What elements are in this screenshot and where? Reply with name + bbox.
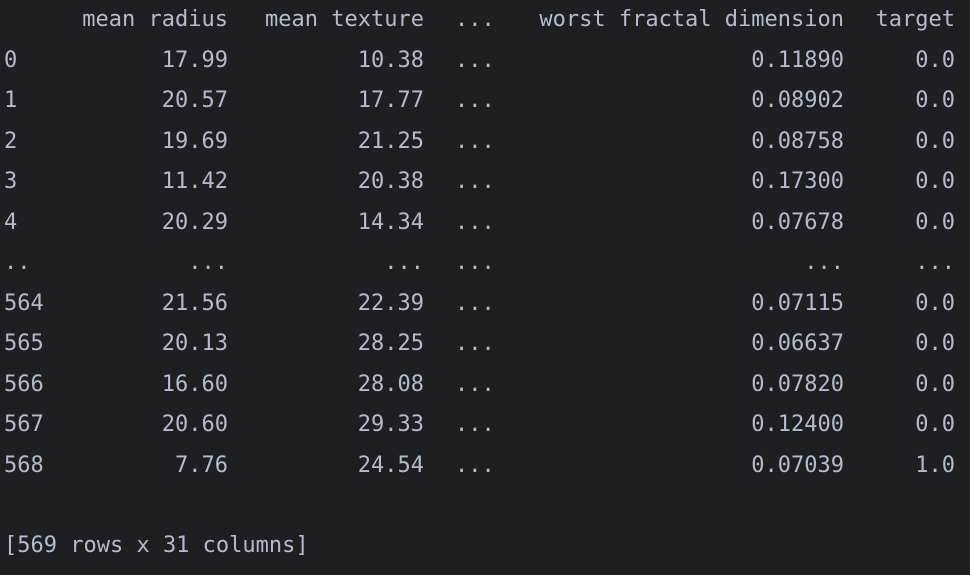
table-header-row: mean radius mean texture ... worst fract… bbox=[0, 0, 970, 41]
cell-mean-radius: 20.29 bbox=[161, 209, 228, 235]
table-row: 566 16.60 28.08... 0.07820 0.0 bbox=[0, 365, 970, 406]
terminal-output: mean radius mean texture ... worst fract… bbox=[0, 0, 970, 575]
cell-mean-radius: 20.60 bbox=[161, 412, 228, 437]
cell-mean-texture: ... bbox=[384, 250, 424, 275]
cell-mean-texture: 29.33 bbox=[357, 412, 424, 437]
table-row: 4 20.29 14.34... 0.07678 0.0 bbox=[0, 203, 970, 244]
cell-index: .. bbox=[4, 250, 31, 275]
cell-ellipsis: ... bbox=[455, 331, 495, 356]
cell-index: 3 bbox=[4, 169, 18, 194]
table-row: 568 7.76 24.54... 0.07039 1.0 bbox=[0, 446, 970, 487]
cell-mean-radius: 19.69 bbox=[161, 128, 228, 154]
cell-mean-texture: 28.08 bbox=[357, 371, 424, 397]
cell-mean-radius: 21.56 bbox=[161, 290, 228, 316]
dataframe-table: mean radius mean texture ... worst fract… bbox=[0, 0, 970, 486]
table-row: 3 11.42 20.38... 0.17300 0.0 bbox=[0, 162, 970, 203]
cell-index: 2 bbox=[4, 128, 18, 154]
cell-mean-texture: 10.38 bbox=[357, 47, 424, 73]
cell-mean-texture: 22.39 bbox=[357, 290, 424, 316]
cell-mean-radius: 20.57 bbox=[161, 88, 228, 113]
cell-target: ... bbox=[915, 250, 955, 275]
cell-worst-fractal-dimension: 0.06637 bbox=[751, 331, 844, 356]
cell-target: 0.0 bbox=[915, 331, 955, 356]
cell-mean-texture: 24.54 bbox=[357, 452, 424, 478]
table-row: 1 20.57 17.77... 0.08902 0.0 bbox=[0, 81, 970, 122]
cell-ellipsis: ... bbox=[455, 452, 495, 478]
cell-target: 0.0 bbox=[915, 290, 955, 316]
header-worst-fractal-dimension: worst fractal dimension bbox=[539, 7, 844, 32]
cell-ellipsis: ... bbox=[455, 88, 495, 113]
cell-index: 1 bbox=[4, 88, 18, 113]
cell-target: 0.0 bbox=[915, 371, 955, 397]
cell-worst-fractal-dimension: 0.07820 bbox=[751, 371, 844, 397]
cell-target: 1.0 bbox=[915, 452, 955, 478]
cell-index: 565 bbox=[4, 331, 44, 356]
dataframe-shape-summary: [569 rows x 31 columns] bbox=[4, 533, 309, 558]
cell-mean-radius: 20.13 bbox=[161, 331, 228, 356]
cell-ellipsis: ... bbox=[455, 371, 495, 397]
cell-mean-radius: 16.60 bbox=[161, 371, 228, 397]
cell-worst-fractal-dimension: 0.17300 bbox=[751, 169, 844, 194]
cell-target: 0.0 bbox=[915, 47, 955, 73]
cell-ellipsis: ... bbox=[455, 412, 495, 437]
cell-worst-fractal-dimension: 0.07115 bbox=[751, 290, 844, 316]
cell-target: 0.0 bbox=[915, 128, 955, 154]
header-mean-texture: mean texture bbox=[265, 7, 424, 32]
cell-target: 0.0 bbox=[915, 88, 955, 113]
table-body: 0 17.99 10.38... 0.11890 0.0 1 20.57 17.77... 0.… bbox=[0, 41, 970, 487]
cell-target: 0.0 bbox=[915, 169, 955, 194]
cell-worst-fractal-dimension: 0.12400 bbox=[751, 412, 844, 437]
cell-mean-radius: 7.76 bbox=[175, 452, 228, 478]
cell-ellipsis: ... bbox=[455, 169, 495, 194]
cell-mean-radius: 11.42 bbox=[161, 169, 228, 194]
cell-mean-texture: 14.34 bbox=[357, 209, 424, 235]
cell-mean-texture: 17.77 bbox=[357, 88, 424, 113]
cell-mean-texture: 20.38 bbox=[357, 169, 424, 194]
header-target: target bbox=[875, 7, 955, 32]
cell-ellipsis: ... bbox=[455, 128, 495, 154]
table-row: 564 21.56 22.39... 0.07115 0.0 bbox=[0, 284, 970, 325]
table-row: ................. bbox=[0, 243, 970, 284]
cell-worst-fractal-dimension: 0.08902 bbox=[751, 88, 844, 113]
table-row: 0 17.99 10.38... 0.11890 0.0 bbox=[0, 41, 970, 82]
cell-target: 0.0 bbox=[915, 209, 955, 235]
table-row: 565 20.13 28.25... 0.06637 0.0 bbox=[0, 324, 970, 365]
header-mean-radius: mean radius bbox=[82, 7, 228, 32]
cell-index: 0 bbox=[4, 47, 18, 73]
cell-index: 568 bbox=[4, 452, 44, 478]
cell-ellipsis: ... bbox=[455, 47, 495, 73]
cell-index: 4 bbox=[4, 209, 18, 235]
cell-worst-fractal-dimension: 0.07039 bbox=[751, 452, 844, 478]
cell-index: 566 bbox=[4, 371, 44, 397]
cell-target: 0.0 bbox=[915, 412, 955, 437]
header-ellipsis: ... bbox=[455, 7, 495, 32]
cell-ellipsis: ... bbox=[455, 250, 495, 275]
cell-worst-fractal-dimension: ... bbox=[804, 250, 844, 275]
cell-mean-texture: 28.25 bbox=[357, 331, 424, 356]
cell-mean-radius: 17.99 bbox=[161, 47, 228, 73]
cell-worst-fractal-dimension: 0.08758 bbox=[751, 128, 844, 154]
cell-index: 567 bbox=[4, 412, 44, 437]
table-row: 2 19.69 21.25... 0.08758 0.0 bbox=[0, 122, 970, 163]
cell-mean-radius: ... bbox=[188, 250, 228, 275]
cell-worst-fractal-dimension: 0.07678 bbox=[751, 209, 844, 235]
cell-mean-texture: 21.25 bbox=[357, 128, 424, 154]
table-row: 567 20.60 29.33... 0.12400 0.0 bbox=[0, 405, 970, 446]
cell-ellipsis: ... bbox=[455, 209, 495, 235]
cell-worst-fractal-dimension: 0.11890 bbox=[751, 47, 844, 73]
cell-ellipsis: ... bbox=[455, 290, 495, 316]
cell-index: 564 bbox=[4, 290, 44, 316]
